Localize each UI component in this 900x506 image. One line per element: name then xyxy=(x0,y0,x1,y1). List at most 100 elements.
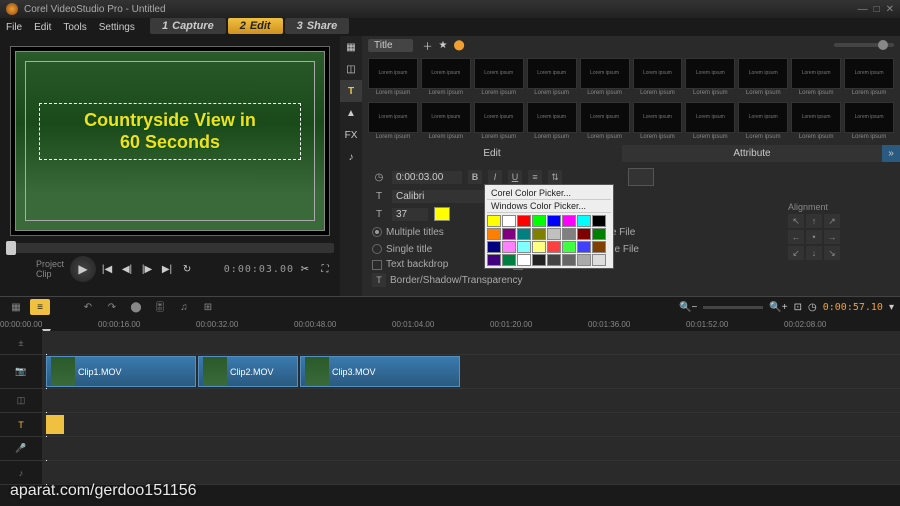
color-swatch[interactable] xyxy=(547,215,561,227)
preview-monitor[interactable]: Countryside View in 60 Seconds xyxy=(10,46,330,236)
align-center-button[interactable]: ≡ xyxy=(528,170,542,184)
add-folder-button[interactable]: ＋ xyxy=(423,38,433,53)
track-head-master[interactable]: ± xyxy=(0,331,42,354)
next-frame-button[interactable]: |▶ xyxy=(138,260,156,278)
title-preset-thumb[interactable]: Lorem ipsum xyxy=(368,58,418,89)
color-swatch[interactable] xyxy=(547,241,561,253)
menu-tools[interactable]: Tools xyxy=(63,22,86,33)
color-swatch[interactable] xyxy=(487,215,501,227)
align-ml[interactable]: ← xyxy=(788,230,804,244)
mode-clip[interactable]: Clip xyxy=(36,269,52,279)
lib-tab-title[interactable]: T xyxy=(340,80,362,102)
color-swatch[interactable] xyxy=(502,228,516,240)
title-text-line1[interactable]: Countryside View in xyxy=(46,110,294,132)
preview-timecode[interactable]: 0:00:03.00 xyxy=(224,264,294,275)
maximize-button[interactable]: □ xyxy=(874,4,880,15)
color-swatch[interactable] xyxy=(592,254,606,266)
go-end-button[interactable]: ▶| xyxy=(158,260,176,278)
timeline-view-button[interactable]: ≡ xyxy=(30,299,50,315)
color-swatch[interactable] xyxy=(487,228,501,240)
color-swatch[interactable] xyxy=(547,254,561,266)
title-preset-thumb[interactable]: Lorem ipsum xyxy=(580,102,630,133)
border-shadow-button[interactable]: Border/Shadow/Transparency xyxy=(390,275,522,286)
color-swatch[interactable] xyxy=(577,254,591,266)
title-preset-thumb[interactable]: Lorem ipsum xyxy=(685,102,735,133)
mixer-button[interactable]: 🎚 xyxy=(150,299,170,315)
menu-file[interactable]: File xyxy=(6,22,22,33)
auto-music-button[interactable]: ♫ xyxy=(174,299,194,315)
title-editor-box[interactable]: Countryside View in 60 Seconds xyxy=(39,103,301,160)
title-text-line2[interactable]: 60 Seconds xyxy=(46,132,294,154)
track-head-video[interactable]: 📷 xyxy=(0,355,42,388)
edit-tab[interactable]: Edit xyxy=(362,145,622,162)
align-bc[interactable]: ↓ xyxy=(806,246,822,260)
title-preset-thumb[interactable]: Lorem ipsum xyxy=(844,102,894,133)
fit-project-button[interactable]: ⊡ xyxy=(794,302,802,313)
preset-dropdown[interactable] xyxy=(628,168,654,186)
favorite-button[interactable]: ★ xyxy=(439,40,448,51)
color-swatch[interactable] xyxy=(532,241,546,253)
corel-color-picker-item[interactable]: Corel Color Picker... xyxy=(487,187,611,200)
title-preset-thumb[interactable]: Lorem ipsum xyxy=(791,102,841,133)
color-swatch[interactable] xyxy=(577,215,591,227)
color-swatch[interactable] xyxy=(532,228,546,240)
title-preset-thumb[interactable]: Lorem ipsum xyxy=(421,102,471,133)
step-share[interactable]: 3Share xyxy=(285,18,350,34)
title-preset-thumb[interactable]: Lorem ipsum xyxy=(685,58,735,89)
dropdown-icon[interactable]: ▾ xyxy=(889,302,894,313)
title-preset-thumb[interactable]: Lorem ipsum xyxy=(791,58,841,89)
track-head-title[interactable]: T xyxy=(0,413,42,436)
timeline-ruler[interactable]: 00:00:00.0000:00:16.0000:00:32.0000:00:4… xyxy=(0,317,900,331)
text-backdrop-checkbox[interactable] xyxy=(372,260,382,270)
prev-frame-button[interactable]: ◀| xyxy=(118,260,136,278)
color-swatch[interactable] xyxy=(502,254,516,266)
color-swatch[interactable] xyxy=(577,228,591,240)
title-preset-thumb[interactable]: Lorem ipsum xyxy=(474,102,524,133)
track-manager-button[interactable]: ⊞ xyxy=(198,299,218,315)
color-swatch[interactable] xyxy=(502,241,516,253)
font-color-swatch[interactable] xyxy=(434,207,450,221)
title-preset-thumb[interactable]: Lorem ipsum xyxy=(527,102,577,133)
color-swatch[interactable] xyxy=(517,228,531,240)
thumb-size-slider[interactable] xyxy=(878,40,888,50)
duration-field[interactable] xyxy=(392,171,462,184)
title-preset-thumb[interactable]: Lorem ipsum xyxy=(844,58,894,89)
underline-button[interactable]: U xyxy=(508,170,522,184)
get-more-button[interactable]: ⬤ xyxy=(454,40,465,51)
title-preset-thumb[interactable]: Lorem ipsum xyxy=(421,58,471,89)
color-swatch[interactable] xyxy=(487,241,501,253)
align-bl[interactable]: ↙ xyxy=(788,246,804,260)
play-button[interactable]: ▶ xyxy=(70,256,96,282)
italic-button[interactable]: I xyxy=(488,170,502,184)
lib-tab-filter[interactable]: FX xyxy=(340,124,362,146)
video-clip[interactable]: Clip2.MOV xyxy=(198,356,298,387)
undo-button[interactable]: ↶ xyxy=(78,299,98,315)
title-preset-thumb[interactable]: Lorem ipsum xyxy=(527,58,577,89)
enlarge-button[interactable]: ⛶ xyxy=(316,260,334,278)
zoom-in-button[interactable]: 🔍+ xyxy=(769,302,787,313)
color-swatch[interactable] xyxy=(502,215,516,227)
color-swatch[interactable] xyxy=(517,215,531,227)
video-clip[interactable]: Clip1.MOV xyxy=(46,356,196,387)
video-clip[interactable]: Clip3.MOV xyxy=(300,356,460,387)
title-preset-thumb[interactable]: Lorem ipsum xyxy=(738,58,788,89)
title-preset-thumb[interactable]: Lorem ipsum xyxy=(633,58,683,89)
align-mr[interactable]: → xyxy=(824,230,840,244)
redo-button[interactable]: ↷ xyxy=(102,299,122,315)
menu-edit[interactable]: Edit xyxy=(34,22,51,33)
border-shadow-icon[interactable]: T xyxy=(372,273,386,287)
step-capture[interactable]: 1Capture xyxy=(150,18,226,34)
color-swatch[interactable] xyxy=(487,254,501,266)
lib-tab-transition[interactable]: ◫ xyxy=(340,58,362,80)
library-category-dropdown[interactable]: Title xyxy=(368,39,413,52)
lib-tab-media[interactable]: ▦ xyxy=(340,36,362,58)
attribute-tab[interactable]: Attribute xyxy=(622,145,882,162)
title-preset-thumb[interactable]: Lorem ipsum xyxy=(633,102,683,133)
title-preset-thumb[interactable]: Lorem ipsum xyxy=(368,102,418,133)
color-swatch[interactable] xyxy=(517,254,531,266)
step-edit[interactable]: 2Edit xyxy=(228,18,283,34)
preview-scrubber[interactable] xyxy=(6,243,334,253)
color-swatch[interactable] xyxy=(562,215,576,227)
title-preset-thumb[interactable]: Lorem ipsum xyxy=(738,102,788,133)
align-tc[interactable]: ↑ xyxy=(806,214,822,228)
